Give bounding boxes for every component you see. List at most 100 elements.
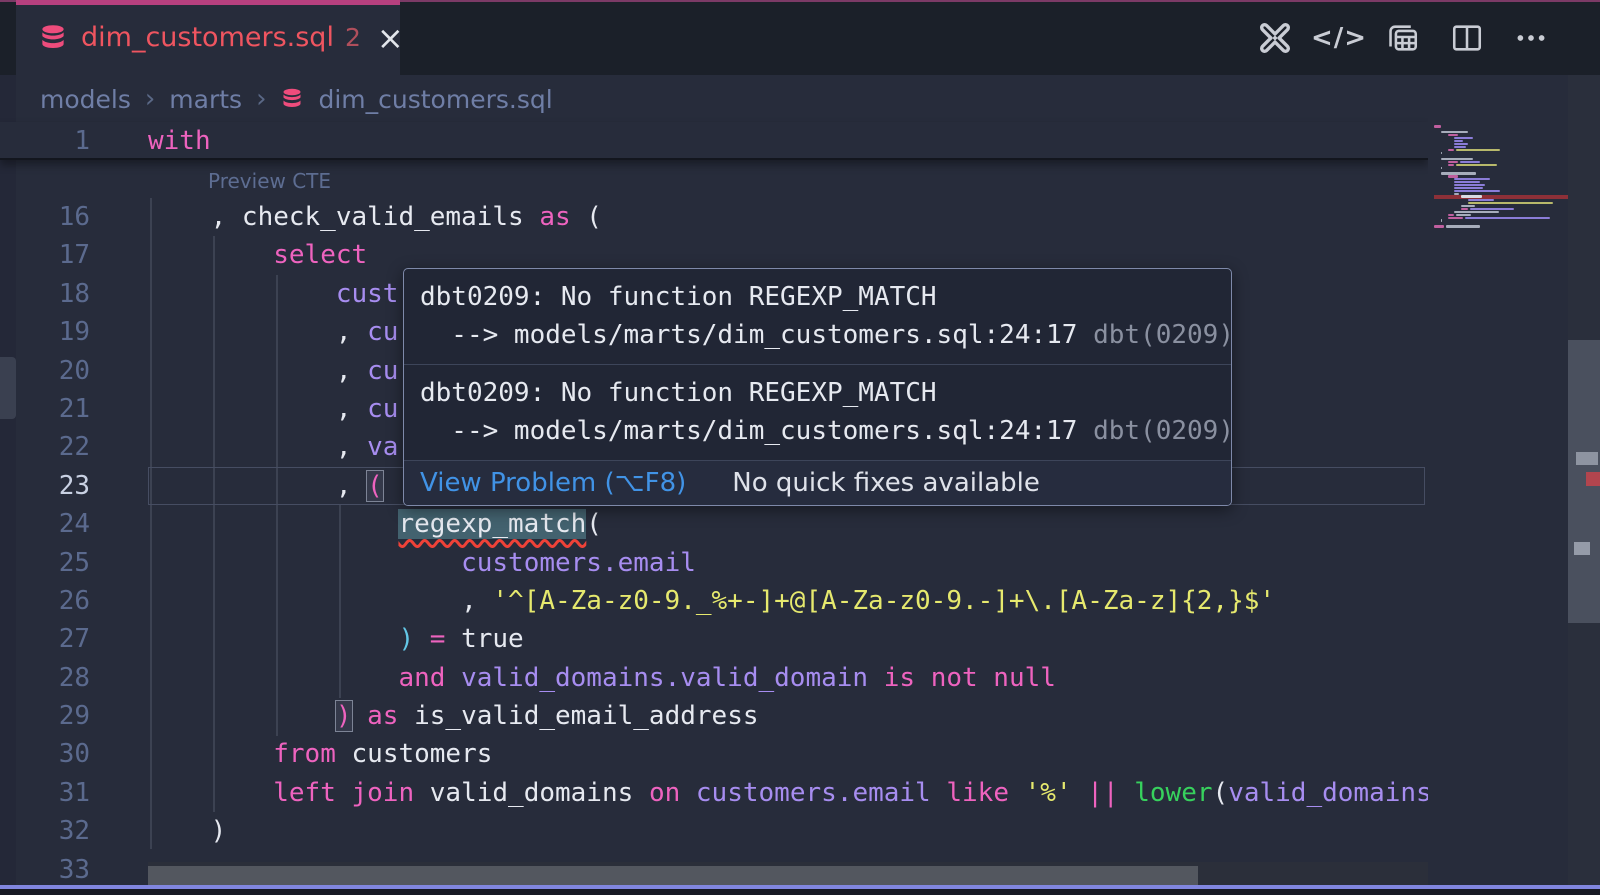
minimap[interactable]: [1434, 125, 1568, 228]
code-token: ,: [148, 432, 367, 462]
line-number: 20: [0, 352, 90, 390]
code-token: [148, 279, 336, 309]
close-icon[interactable]: ×: [377, 23, 404, 53]
code-text: and valid_domains.valid_domain is not nu…: [148, 659, 1056, 697]
diagnostic-location: --> models/marts/dim_customers.sql:24:17…: [420, 316, 1215, 354]
error-mark: [1586, 472, 1600, 486]
code-line[interactable]: 24 regexp_match(: [0, 505, 1430, 543]
code-token: [680, 778, 696, 808]
code-token: customers.email: [696, 778, 931, 808]
line-number: 18: [0, 275, 90, 313]
code-icon[interactable]: </>: [1322, 21, 1356, 55]
code-token: (: [1213, 778, 1229, 808]
code-token: [868, 663, 884, 693]
code-token: customers: [336, 739, 493, 769]
code-line[interactable]: 30 from customers: [0, 735, 1430, 773]
line-number: 21: [0, 390, 90, 428]
diagnostic-path: --> models/marts/dim_customers.sql:24:17: [420, 416, 1093, 446]
code-token: ): [148, 816, 226, 846]
code-text: cust: [148, 275, 398, 313]
code-line[interactable]: 29 ) as is_valid_email_address: [0, 697, 1430, 735]
code-token: (: [571, 202, 602, 232]
query-results-icon[interactable]: [1386, 21, 1420, 55]
code-token: is_valid_email_address: [398, 701, 758, 731]
database-icon: [38, 23, 68, 53]
code-token: regexp_match: [398, 509, 586, 539]
minimap-line: [1434, 225, 1568, 228]
tab-title: dim_customers.sql: [81, 22, 334, 53]
code-token: [148, 509, 398, 539]
diagnostic-location: --> models/marts/dim_customers.sql:24:17…: [420, 412, 1215, 450]
code-token: ,: [148, 471, 367, 501]
code-line[interactable]: 31 left join valid_domains on customers.…: [0, 774, 1430, 812]
view-problem-link[interactable]: View Problem (⌥F8): [420, 468, 686, 498]
code-token: [148, 240, 273, 270]
code-text: select: [148, 236, 367, 274]
diagnostic-entry: dbt0209: No function REGEXP_MATCH --> mo…: [404, 269, 1231, 364]
breadcrumb-item-models[interactable]: models: [40, 85, 131, 114]
code-text: , va: [148, 428, 398, 466]
line-number: 24: [0, 505, 90, 543]
code-text: , '^[A-Za-z0-9._%+-]+@[A-Za-z0-9.-]+\.[A…: [148, 582, 1275, 620]
code-text: from customers: [148, 735, 492, 773]
code-token: is not null: [884, 663, 1056, 693]
line-number: 28: [0, 659, 90, 697]
diagnostic-source: dbt(0209): [1093, 416, 1232, 446]
line-number: 30: [0, 735, 90, 773]
code-token: with: [148, 126, 211, 156]
code-token: cust: [336, 279, 399, 309]
code-token: ,: [148, 317, 367, 347]
code-token: ||: [1087, 778, 1118, 808]
code-text: left join valid_domains on customers.ema…: [148, 774, 1432, 812]
code-token: ,: [148, 394, 367, 424]
breadcrumb-item-file[interactable]: dim_customers.sql: [318, 85, 552, 114]
code-token: select: [273, 240, 367, 270]
active-tab-accent: [16, 0, 400, 5]
tab-dim-customers[interactable]: dim_customers.sql 2 ×: [16, 0, 400, 75]
code-token: and: [398, 663, 445, 693]
code-token: [148, 778, 273, 808]
code-token: [148, 548, 461, 578]
code-text: , check_valid_emails as (: [148, 198, 602, 236]
diagnostic-message: dbt0209: No function REGEXP_MATCH: [420, 278, 1215, 316]
line-number: 22: [0, 428, 90, 466]
split-editor-icon[interactable]: [1450, 21, 1484, 55]
dbt-power-user-icon[interactable]: [1258, 21, 1292, 55]
line-number: 16: [0, 198, 90, 236]
breadcrumb-item-marts[interactable]: marts: [169, 85, 242, 114]
line-number: 23: [0, 467, 90, 505]
code-token: '%': [1025, 778, 1072, 808]
code-line[interactable]: 26 , '^[A-Za-z0-9._%+-]+@[A-Za-z0-9.-]+\…: [0, 582, 1430, 620]
line-number: 31: [0, 774, 90, 812]
line-number: 32: [0, 812, 90, 850]
preview-cte-codelens[interactable]: Preview CTE: [208, 169, 331, 193]
code-token: valid_domains: [1228, 778, 1432, 808]
code-line[interactable]: 25 customers.email: [0, 544, 1430, 582]
code-text: , cu: [148, 390, 398, 428]
code-text: ): [148, 812, 226, 850]
line-number: 26: [0, 582, 90, 620]
database-icon: [280, 87, 304, 111]
tab-bar: dim_customers.sql 2 × </>: [0, 0, 1600, 75]
code-token: [148, 663, 398, 693]
code-text: with: [148, 122, 211, 160]
code-line[interactable]: 1 with: [0, 122, 1428, 160]
diagnostic-path: --> models/marts/dim_customers.sql:24:17: [420, 320, 1093, 350]
code-token: [1072, 778, 1088, 808]
code-token: customers.email: [461, 548, 696, 578]
code-text: , cu: [148, 352, 398, 390]
code-token: from: [273, 739, 336, 769]
line-number: 27: [0, 620, 90, 658]
code-text: , cu: [148, 313, 398, 351]
line-number: 1: [0, 122, 90, 160]
sticky-scroll-line[interactable]: 1 with: [0, 122, 1428, 160]
code-token: '^[A-Za-z0-9._%+-]+@[A-Za-z0-9.-]+\.[A-Z…: [492, 586, 1275, 616]
code-line[interactable]: 28 and valid_domains.valid_domain is not…: [0, 659, 1430, 697]
code-line[interactable]: 32 ): [0, 812, 1430, 850]
code-line[interactable]: 16 , check_valid_emails as (: [0, 198, 1430, 236]
code-line[interactable]: 27 ) = true: [0, 620, 1430, 658]
more-actions-icon[interactable]: [1514, 21, 1548, 55]
code-token: [148, 739, 273, 769]
minimap-region: [1428, 75, 1600, 886]
code-token: (: [586, 509, 602, 539]
